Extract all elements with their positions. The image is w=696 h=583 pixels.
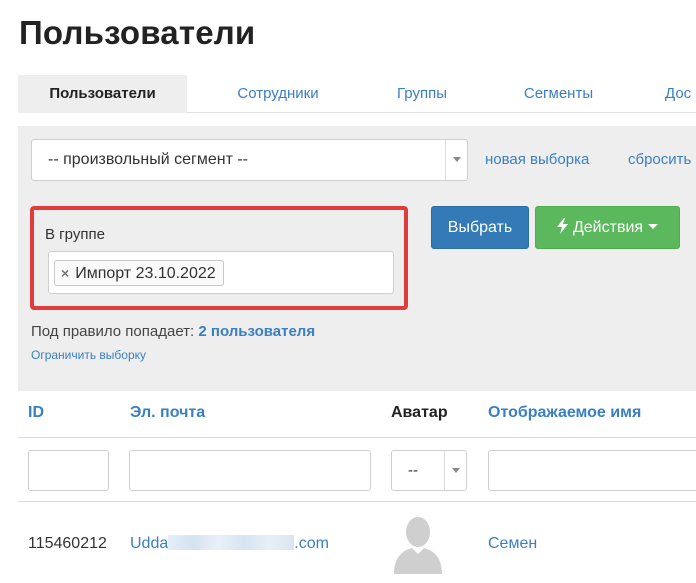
page-title: Пользователи — [19, 14, 256, 51]
user-silhouette-icon — [394, 517, 442, 574]
new-selection-link[interactable]: новая выборка — [485, 151, 589, 168]
table-row-display-name[interactable]: Семен — [488, 535, 537, 553]
id-filter-input[interactable] — [28, 450, 109, 491]
avatar-filter-select[interactable]: -- — [391, 450, 467, 491]
group-filter-box: В группе × Импорт 23.10.2022 — [30, 206, 408, 310]
limit-selection-link[interactable]: Ограничить выборку — [31, 348, 146, 362]
reset-link[interactable]: сбросить — [628, 151, 691, 168]
tab-bar: Пользователи Сотрудники Группы Сегменты … — [18, 75, 696, 113]
avatar-filter-value: -- — [408, 462, 418, 479]
segment-select-toggle[interactable] — [445, 140, 467, 180]
chevron-down-icon — [452, 468, 460, 473]
rule-count-link[interactable]: 2 пользователя — [198, 323, 315, 340]
lightning-icon — [556, 218, 568, 234]
actions-button-label: Действия — [572, 219, 644, 236]
chevron-down-icon — [453, 157, 461, 162]
caret-down-icon — [648, 224, 659, 229]
email-redaction — [168, 535, 295, 550]
column-header-id[interactable]: ID — [28, 404, 44, 422]
group-filter-label: В группе — [45, 226, 105, 243]
rule-count-prefix: Под правило попадает: — [31, 323, 195, 340]
display-name-filter-input[interactable] — [488, 450, 696, 491]
tab-employees[interactable]: Сотрудники — [218, 75, 338, 113]
row-divider — [18, 501, 696, 502]
column-header-avatar: Аватар — [391, 404, 448, 421]
segment-select-value: -- произвольный сегмент -- — [48, 151, 248, 168]
group-tag: × Импорт 23.10.2022 — [54, 260, 224, 286]
email-prefix: Udda — [130, 535, 169, 552]
table-row-email[interactable]: Udda .com — [130, 535, 329, 553]
tab-users[interactable]: Пользователи — [18, 75, 187, 113]
group-tag-label: Импорт 23.10.2022 — [75, 265, 216, 282]
email-filter-input[interactable] — [129, 450, 371, 491]
filter-panel: -- произвольный сегмент -- новая выборка… — [18, 126, 696, 391]
tab-access[interactable]: Дос — [665, 75, 696, 113]
actions-button[interactable]: Действия — [535, 206, 680, 249]
segment-select[interactable]: -- произвольный сегмент -- — [31, 139, 468, 181]
column-header-email[interactable]: Эл. почта — [130, 404, 205, 422]
group-tag-input[interactable]: × Импорт 23.10.2022 — [48, 251, 394, 294]
avatar-filter-toggle[interactable] — [444, 451, 466, 490]
rule-count: Под правило попадает: 2 пользователя — [31, 323, 315, 340]
header-divider — [18, 437, 696, 438]
tab-groups[interactable]: Группы — [373, 75, 471, 113]
tab-segments[interactable]: Сегменты — [508, 75, 609, 113]
table-row-id: 115460212 — [28, 535, 107, 552]
choose-button[interactable]: Выбрать — [431, 206, 529, 249]
email-suffix: .com — [294, 535, 329, 552]
close-icon[interactable]: × — [61, 265, 69, 281]
column-header-display-name[interactable]: Отображаемое имя — [488, 404, 641, 422]
